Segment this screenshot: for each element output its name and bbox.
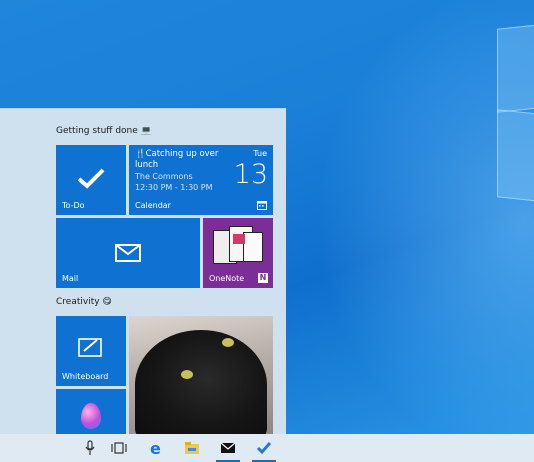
svg-text:e: e	[150, 440, 161, 456]
tile-label: OneNote	[209, 274, 245, 283]
tile-todo[interactable]: To-Do	[56, 145, 126, 215]
mail-icon[interactable]	[220, 440, 236, 456]
cat-photo	[135, 330, 267, 435]
cat-eye-right	[222, 338, 234, 347]
tile-paint3d[interactable]	[56, 389, 126, 435]
tile-photos[interactable]	[129, 316, 273, 435]
tile-calendar[interactable]: 🍴Catching up over lunch The Commons 12:3…	[129, 145, 273, 215]
taskbar: e	[0, 434, 534, 462]
tile-whiteboard[interactable]: Whiteboard	[56, 316, 126, 386]
whiteboard-icon	[78, 338, 102, 357]
tile-onenote[interactable]: OneNote N	[203, 218, 273, 288]
calendar-event-location: The Commons	[135, 172, 193, 181]
calendar-weekday: Tue	[253, 149, 267, 158]
paint3d-drop-icon	[81, 403, 101, 429]
file-explorer-icon[interactable]	[184, 440, 200, 456]
windows-logo-pane-bottom	[497, 109, 534, 203]
task-view-icon[interactable]	[111, 440, 127, 456]
edge-icon[interactable]: e	[148, 440, 164, 456]
calendar-icon	[257, 201, 267, 210]
windows-logo-pane-top	[497, 23, 534, 113]
group-title-getting-stuff-done: Getting stuff done 💻	[56, 126, 152, 136]
microphone-icon[interactable]	[82, 440, 98, 456]
start-menu: Getting stuff done 💻 To-Do 🍴Catching up …	[0, 108, 286, 435]
tile-label: Calendar	[135, 201, 171, 210]
tile-label: To-Do	[62, 201, 85, 210]
tile-label: Whiteboard	[62, 372, 109, 381]
tile-label: Mail	[62, 274, 79, 283]
cat-eye-left	[181, 370, 193, 379]
tile-mail[interactable]: Mail	[56, 218, 200, 288]
group-title-creativity: Creativity 😋	[56, 297, 112, 307]
todo-icon[interactable]	[256, 440, 272, 456]
calendar-day: 13	[233, 159, 268, 190]
envelope-icon	[115, 244, 141, 262]
calendar-event-time: 12:30 PM - 1:30 PM	[135, 183, 213, 192]
onenote-devices-image	[211, 224, 263, 268]
checkmark-icon	[77, 168, 105, 189]
calendar-event-title: 🍴Catching up over lunch	[135, 149, 219, 170]
onenote-icon: N	[258, 273, 268, 283]
